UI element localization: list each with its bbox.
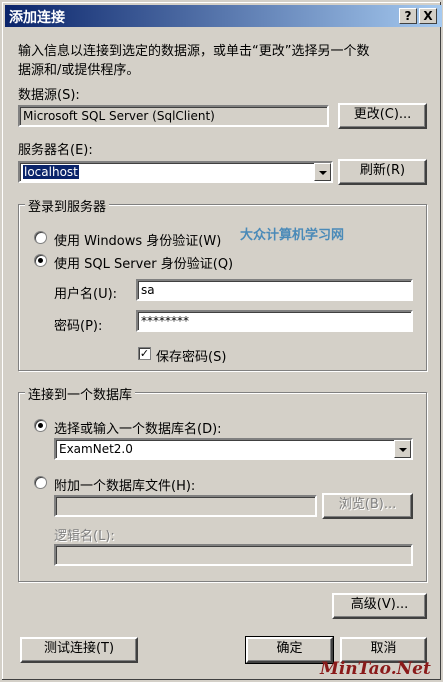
help-button[interactable]: ? [399, 8, 417, 24]
datasource-field: Microsoft SQL Server (SqlClient) [18, 105, 329, 127]
dialog-title: 添加连接 [9, 10, 65, 26]
save-password-checkbox[interactable]: ✓ [138, 347, 151, 360]
logical-name-input [54, 544, 413, 566]
sql-auth-label[interactable]: 使用 SQL Server 身份验证(Q) [54, 253, 233, 272]
browse-button: 浏览(B)... [322, 493, 413, 519]
server-name-label: 服务器名(E): [18, 143, 93, 158]
windows-auth-radio[interactable] [34, 231, 47, 244]
login-group-legend: 登录到服务器 [25, 196, 110, 215]
attach-file-label[interactable]: 附加一个数据库文件(H): [54, 475, 195, 494]
password-input[interactable]: ******** [136, 310, 413, 332]
database-name-combobox[interactable]: ExamNet2.0 [54, 438, 413, 460]
username-label: 用户名(U): [54, 287, 118, 302]
password-label: 密码(P): [54, 319, 103, 334]
datasource-label: 数据源(S): [18, 88, 80, 103]
intro-text-line-2: 据源和/或提供程序。 [18, 63, 140, 78]
username-input[interactable]: sa [136, 279, 413, 301]
server-dropdown-arrow-icon[interactable] [314, 163, 331, 181]
database-group-legend: 连接到一个数据库 [25, 384, 136, 403]
title-bar: 添加连接 ? X [5, 5, 442, 27]
sql-auth-radio[interactable] [34, 254, 47, 267]
watermark-site-text: MinTao.Net [320, 659, 431, 679]
select-database-label[interactable]: 选择或输入一个数据库名(D): [54, 418, 222, 437]
attach-file-input [54, 495, 317, 517]
add-connection-dialog: 添加连接 ? X 输入信息以连接到选定的数据源，或单击“更改”选择另一个数 据源… [0, 0, 443, 682]
windows-auth-label[interactable]: 使用 Windows 身份验证(W) [54, 230, 221, 249]
change-datasource-button[interactable]: 更改(C)... [338, 103, 427, 129]
intro-text-line-1: 输入信息以连接到选定的数据源，或单击“更改”选择另一个数 [18, 44, 370, 59]
server-name-combobox[interactable]: localhost [18, 161, 333, 183]
select-database-radio[interactable] [34, 419, 47, 432]
save-password-label[interactable]: 保存密码(S) [156, 346, 226, 365]
refresh-button[interactable]: 刷新(R) [338, 159, 427, 185]
database-dropdown-arrow-icon[interactable] [394, 440, 411, 458]
server-name-value: localhost [23, 165, 79, 179]
close-button[interactable]: X [419, 8, 437, 24]
advanced-button[interactable]: 高级(V)... [332, 593, 427, 619]
attach-file-radio[interactable] [34, 476, 47, 489]
logical-name-label: 逻辑名(L): [54, 529, 115, 544]
test-connection-button[interactable]: 测试连接(T) [20, 637, 138, 663]
watermark-logo-text: 大众计算机学习网 [240, 228, 345, 243]
